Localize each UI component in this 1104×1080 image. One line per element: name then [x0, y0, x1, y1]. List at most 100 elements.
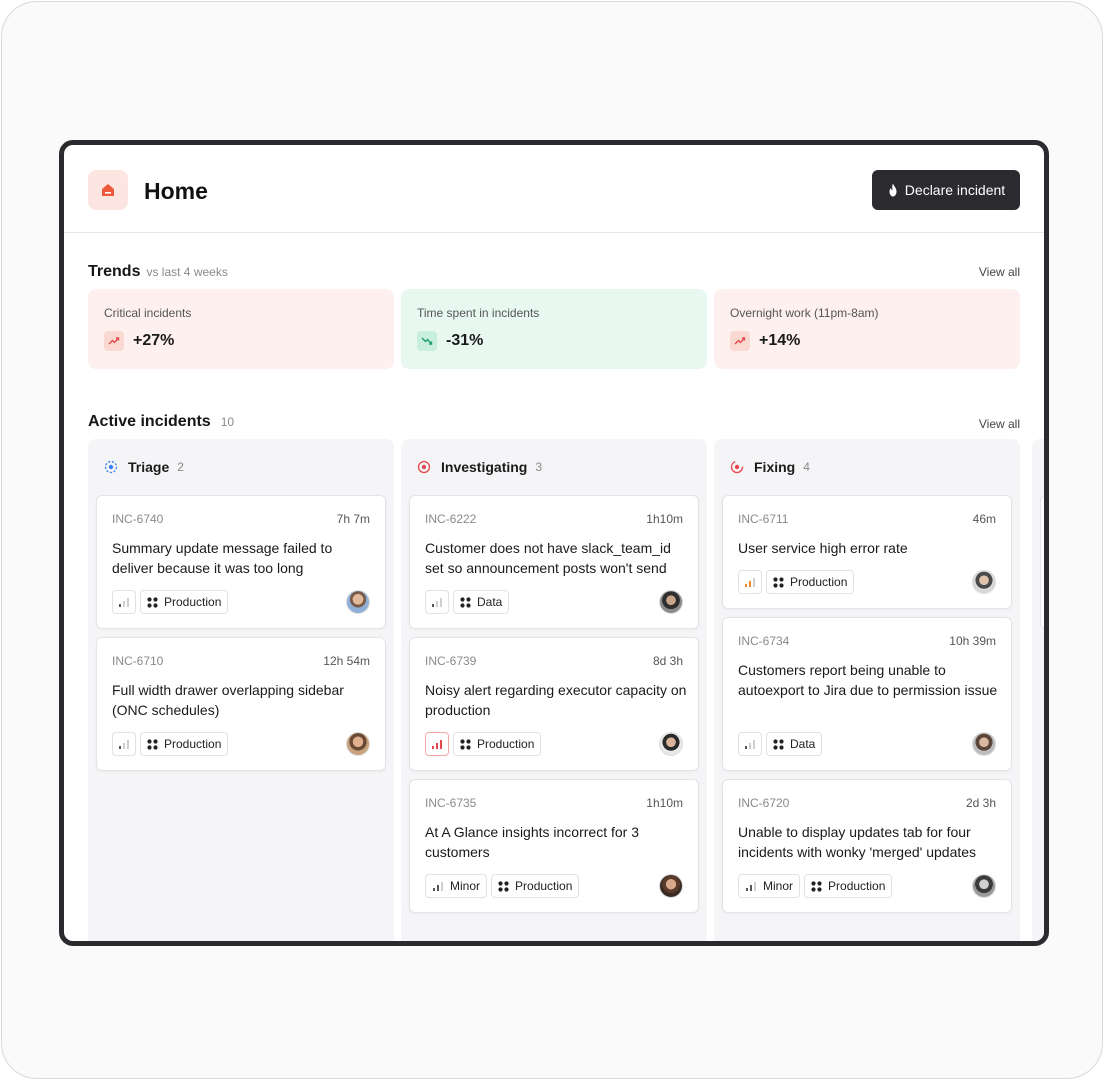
trends-title: Trends [88, 263, 141, 280]
declare-incident-label: Declare incident [904, 182, 1006, 198]
column-header: Investigating 3 [417, 459, 542, 475]
environment-label: Production [164, 737, 222, 751]
incident-title: Full width drawer overlapping sidebar (O… [112, 682, 344, 718]
severity-low-chip[interactable] [112, 590, 136, 614]
incident-id: INC-6720 [738, 796, 790, 810]
assignee-avatar[interactable] [659, 732, 683, 756]
declare-incident-button[interactable]: Declare incident [872, 170, 1020, 210]
environment-label: Production [515, 879, 573, 893]
environment-chip[interactable]: Production [804, 874, 893, 898]
environment-chip[interactable]: Production [491, 874, 580, 898]
trends-view-all-link[interactable]: View all [979, 265, 1020, 279]
severity-critical-chip[interactable] [425, 732, 449, 756]
trends-subtitle: vs last 4 weeks [146, 265, 228, 279]
status-investigating-icon [417, 460, 431, 474]
incident-title: User service high error rate [738, 540, 908, 556]
incident-duration: 46m [972, 512, 996, 526]
incident-meta: Production [112, 732, 229, 756]
trend-card-overnight[interactable]: Overnight work (11pm-8am) +14% [714, 289, 1020, 369]
incident-card[interactable]: INC-6222 1h10m Customer does not have sl… [409, 495, 699, 629]
severity-minor-chip[interactable]: Minor [738, 874, 801, 898]
column-name: Triage [128, 459, 170, 475]
column-header: Fixing 4 [730, 459, 810, 475]
trend-up-icon [730, 331, 750, 351]
incident-meta: Production [738, 570, 855, 594]
incident-card[interactable]: INC-6735 1h10m At A Glance insights inco… [409, 779, 699, 913]
assignee-avatar[interactable] [346, 732, 370, 756]
severity-low-icon [432, 598, 442, 607]
environment-chip[interactable]: Production [766, 570, 855, 594]
app-window: Home Declare incident Trends vs last 4 we… [59, 140, 1049, 946]
incident-card[interactable]: INC-6734 10h 39m Customers report being … [722, 617, 1012, 771]
assignee-avatar[interactable] [972, 874, 996, 898]
environment-chip[interactable]: Production [140, 590, 229, 614]
assignee-avatar[interactable] [659, 874, 683, 898]
environment-chip[interactable]: Data [766, 732, 823, 756]
environment-chip[interactable]: Production [140, 732, 229, 756]
assignee-avatar[interactable] [659, 590, 683, 614]
active-incidents-count: 10 [220, 415, 235, 429]
environment-label: Production [790, 575, 848, 589]
active-view-all-link[interactable]: View all [979, 417, 1020, 431]
incident-card[interactable]: INC-6740 7h 7m Summary update message fa… [96, 495, 386, 629]
incident-title: Summary update message failed to deliver… [112, 540, 333, 576]
column-count: 2 [177, 460, 184, 474]
incident-meta: Data [425, 590, 510, 614]
severity-major-chip[interactable] [738, 570, 762, 594]
incident-id: INC-6734 [738, 634, 790, 648]
severity-low-chip[interactable] [425, 590, 449, 614]
environment-chip[interactable]: Data [453, 590, 510, 614]
incident-card[interactable]: INC-6710 12h 54m Full width drawer overl… [96, 637, 386, 771]
incident-title: Unable to display updates tab for four i… [738, 824, 977, 860]
trend-value: +14% [759, 332, 801, 349]
environment-label: Production [164, 595, 222, 609]
outer-frame: Home Declare incident Trends vs last 4 we… [1, 1, 1103, 1079]
column-name: Fixing [754, 459, 796, 475]
grid-icon [460, 596, 471, 608]
trend-up-icon [104, 331, 124, 351]
assignee-avatar[interactable] [346, 590, 370, 614]
environment-label: Data [790, 737, 816, 751]
trend-card-critical[interactable]: Critical incidents +27% [88, 289, 394, 369]
trend-label: Time spent in incidents [417, 306, 540, 320]
column-fixing: Fixing 4 INC-6711 46m User service high … [714, 439, 1020, 941]
incident-id: INC-6222 [425, 512, 477, 526]
incident-duration: 7h 7m [336, 512, 370, 526]
severity-minor-chip[interactable]: Minor [425, 874, 488, 898]
page-title: Home [144, 178, 208, 204]
incident-meta: Data [738, 732, 823, 756]
column-triage: Triage 2 INC-6740 7h 7m Summary update m… [88, 439, 394, 941]
overflow-card-edge [1040, 495, 1044, 629]
assignee-avatar[interactable] [972, 732, 996, 756]
status-fixing-icon [730, 460, 744, 474]
severity-critical-icon [432, 740, 442, 749]
severity-low-icon [119, 740, 129, 749]
incident-card[interactable]: INC-6720 2d 3h Unable to display updates… [722, 779, 1012, 913]
assignee-avatar[interactable] [972, 570, 996, 594]
environment-label: Data [477, 595, 503, 609]
severity-low-icon [119, 598, 129, 607]
incident-meta: Production [425, 732, 542, 756]
incident-card[interactable]: INC-6739 8d 3h Noisy alert regarding exe… [409, 637, 699, 771]
severity-minor-icon [433, 882, 443, 891]
grid-icon [147, 596, 158, 608]
severity-low-icon [745, 740, 755, 749]
severity-low-chip[interactable] [738, 732, 762, 756]
grid-icon [498, 880, 509, 892]
trends-heading: Trends vs last 4 weeks [88, 263, 228, 281]
trend-value: -31% [446, 332, 484, 349]
incident-id: INC-6710 [112, 654, 164, 668]
severity-low-chip[interactable] [112, 732, 136, 756]
incident-meta: Minor Production [425, 874, 580, 898]
column-investigating: Investigating 3 INC-6222 1h10m Customer … [401, 439, 707, 941]
incident-meta: Production [112, 590, 229, 614]
column-overflow-edge [1032, 439, 1044, 941]
incident-title: At A Glance insights incorrect for 3 cus… [425, 824, 639, 860]
environment-chip[interactable]: Production [453, 732, 542, 756]
incident-duration: 1h10m [646, 796, 683, 810]
trend-card-time-spent[interactable]: Time spent in incidents -31% [401, 289, 707, 369]
incident-duration: 12h 54m [323, 654, 370, 668]
incident-id: INC-6740 [112, 512, 164, 526]
incident-card[interactable]: INC-6711 46m User service high error rat… [722, 495, 1012, 609]
home-icon [88, 170, 128, 210]
